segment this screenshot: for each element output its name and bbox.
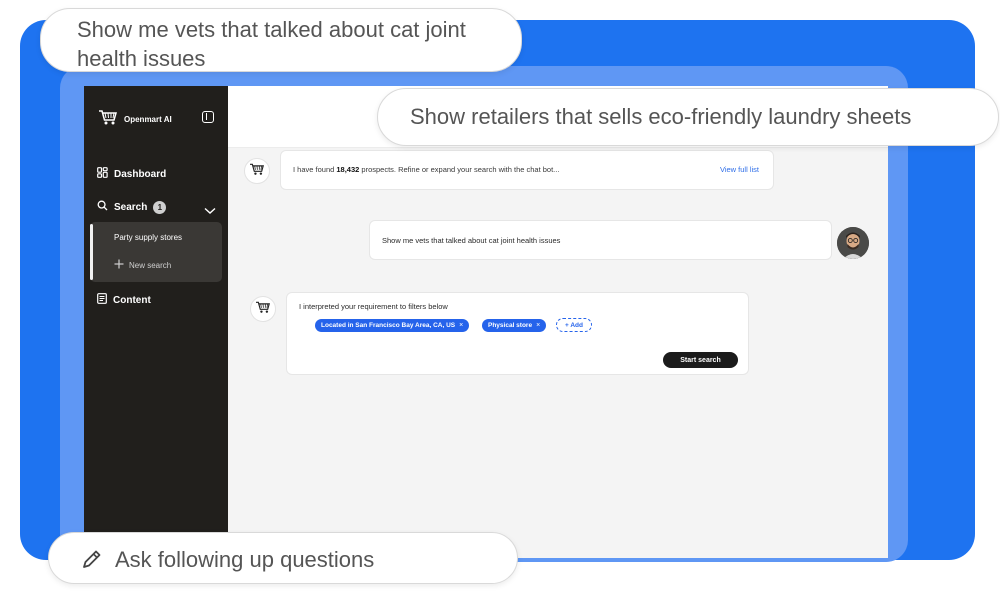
cart-logo-icon xyxy=(249,162,265,181)
followup-callout: Ask following up questions xyxy=(48,532,518,584)
pencil-icon xyxy=(81,548,103,583)
chevron-down-icon[interactable] xyxy=(204,202,216,220)
new-search-button[interactable]: New search xyxy=(114,259,171,271)
sidebar-item-label: Search xyxy=(114,201,148,213)
plus-icon xyxy=(114,259,124,271)
sidebar: Openmart AI Dashboard Search 1 Party sup… xyxy=(84,86,228,558)
collapse-sidebar-icon[interactable] xyxy=(202,111,214,123)
results-message: I have found 18,432 prospects. Refine or… xyxy=(280,150,774,190)
interpretation-text: I interpreted your requirement to filter… xyxy=(299,302,448,311)
brand-name: Openmart AI xyxy=(124,115,172,124)
filter-chip-store-type[interactable]: Physical store × xyxy=(482,319,547,332)
filter-chip-location[interactable]: Located in San Francisco Bay Area, CA, U… xyxy=(315,319,470,332)
sidebar-item-label: Dashboard xyxy=(114,168,167,180)
search-submenu: Party supply stores New search xyxy=(90,222,222,282)
sidebar-item-search[interactable]: Search 1 xyxy=(97,200,167,214)
bot-avatar xyxy=(244,158,270,184)
remove-filter-icon[interactable]: × xyxy=(536,322,540,329)
results-text: I have found 18,432 prospects. Refine or… xyxy=(293,165,560,174)
sidebar-item-dashboard[interactable]: Dashboard xyxy=(97,167,166,181)
saved-search-item[interactable]: Party supply stores xyxy=(114,233,182,242)
view-full-list-link[interactable]: View full list xyxy=(720,165,759,174)
followup-text: Ask following up questions xyxy=(115,547,375,572)
bot-avatar xyxy=(250,296,276,322)
cart-logo-icon xyxy=(255,300,271,319)
document-icon xyxy=(97,293,107,307)
add-filter-button[interactable]: + Add xyxy=(556,318,592,332)
user-message-text: Show me vets that talked about cat joint… xyxy=(382,236,561,245)
sidebar-item-label: Content xyxy=(113,294,151,306)
filters-message: I interpreted your requirement to filter… xyxy=(286,292,749,375)
active-indicator xyxy=(90,224,93,280)
example-query-callout: Show me vets that talked about cat joint… xyxy=(40,8,522,72)
cart-logo-icon xyxy=(98,108,118,131)
user-avatar xyxy=(837,227,869,259)
app-window: Openmart AI Dashboard Search 1 Party sup… xyxy=(84,86,888,558)
example-query-callout: Show retailers that sells eco-friendly l… xyxy=(377,88,999,146)
logo[interactable]: Openmart AI xyxy=(98,108,172,131)
sidebar-item-content[interactable]: Content xyxy=(97,293,151,307)
start-search-button[interactable]: Start search xyxy=(663,352,738,368)
new-search-label: New search xyxy=(129,260,172,270)
user-message: Show me vets that talked about cat joint… xyxy=(369,220,832,260)
search-icon xyxy=(97,200,108,214)
chat-area: I have found 18,432 prospects. Refine or… xyxy=(228,86,888,558)
search-count-badge: 1 xyxy=(153,200,167,214)
prospect-count: 18,432 xyxy=(336,165,360,174)
remove-filter-icon[interactable]: × xyxy=(459,322,463,329)
dashboard-icon xyxy=(97,167,108,181)
